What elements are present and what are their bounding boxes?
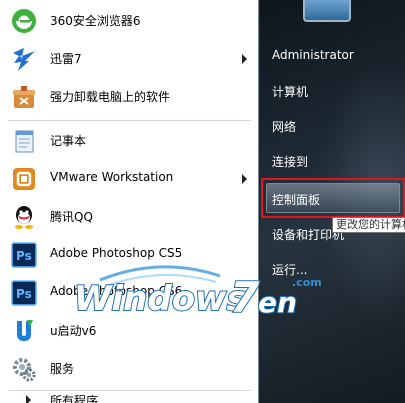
thunder-icon [10,45,38,73]
program-label: 360安全浏览器6 [50,14,141,28]
program-item-thunder[interactable]: 迅雷7 [0,40,259,78]
photoshop-icon: Ps [10,279,38,307]
separator [8,120,251,121]
program-item-photoshop-cs6[interactable]: Ps Adobe Photoshop CS6 [0,274,259,312]
program-label: VMware Workstation [50,170,174,184]
program-item-vmware[interactable]: VMware Workstation [0,160,259,198]
submenu-arrow-icon [242,174,247,184]
program-label: 记事本 [50,134,87,148]
vmware-icon [10,165,38,193]
user-avatar[interactable] [303,0,351,22]
services-icon [10,355,38,383]
program-item-qq[interactable]: 腾讯QQ [0,198,259,236]
program-label: Adobe Photoshop CS6 [50,284,183,298]
program-item-uninstall[interactable]: 强力卸载电脑上的软件 [0,78,259,116]
right-item-run[interactable]: 运行... [272,261,307,278]
qq-icon [10,203,38,231]
program-item-360-browser[interactable]: 360安全浏览器6 [0,2,259,40]
start-menu-programs-pane: 360安全浏览器6 迅雷7 强力卸载电脑上的软件 记事本 VMware Work… [0,0,259,403]
program-item-services[interactable]: 服务 [0,350,259,388]
control-panel-tooltip: 更改您的计算机 [332,217,405,233]
program-label: 腾讯QQ [50,210,93,224]
360-browser-icon [10,7,38,35]
notepad-icon [10,127,38,155]
program-label: 迅雷7 [50,52,82,66]
program-item-notepad[interactable]: 记事本 [0,122,259,160]
program-item-photoshop-cs5[interactable]: Ps Adobe Photoshop CS5 [0,236,259,274]
all-programs-label: 所有程序 [50,394,99,403]
right-item-network[interactable]: 网络 [272,118,296,135]
submenu-arrow-icon [242,54,247,64]
svg-text:Ps: Ps [16,287,32,301]
u-boot-icon [10,317,38,345]
program-label: u启动v6 [50,324,97,338]
photoshop-icon: Ps [10,241,38,269]
all-programs-item[interactable]: 所有程序 [0,392,259,403]
program-label: Adobe Photoshop CS5 [50,246,183,260]
right-item-computer[interactable]: 计算机 [272,83,308,100]
program-label: 服务 [50,362,75,376]
separator [8,390,251,391]
svg-text:Ps: Ps [16,249,32,263]
right-item-administrator[interactable]: Administrator [272,48,354,62]
right-item-connect-to[interactable]: 连接到 [272,153,308,170]
right-item-control-panel[interactable]: 控制面板 [272,191,320,208]
program-item-u-boot[interactable]: u启动v6 [0,312,259,350]
all-programs-arrow-icon [26,395,31,403]
program-label: 强力卸载电脑上的软件 [50,90,171,104]
uninstall-icon [10,83,38,111]
